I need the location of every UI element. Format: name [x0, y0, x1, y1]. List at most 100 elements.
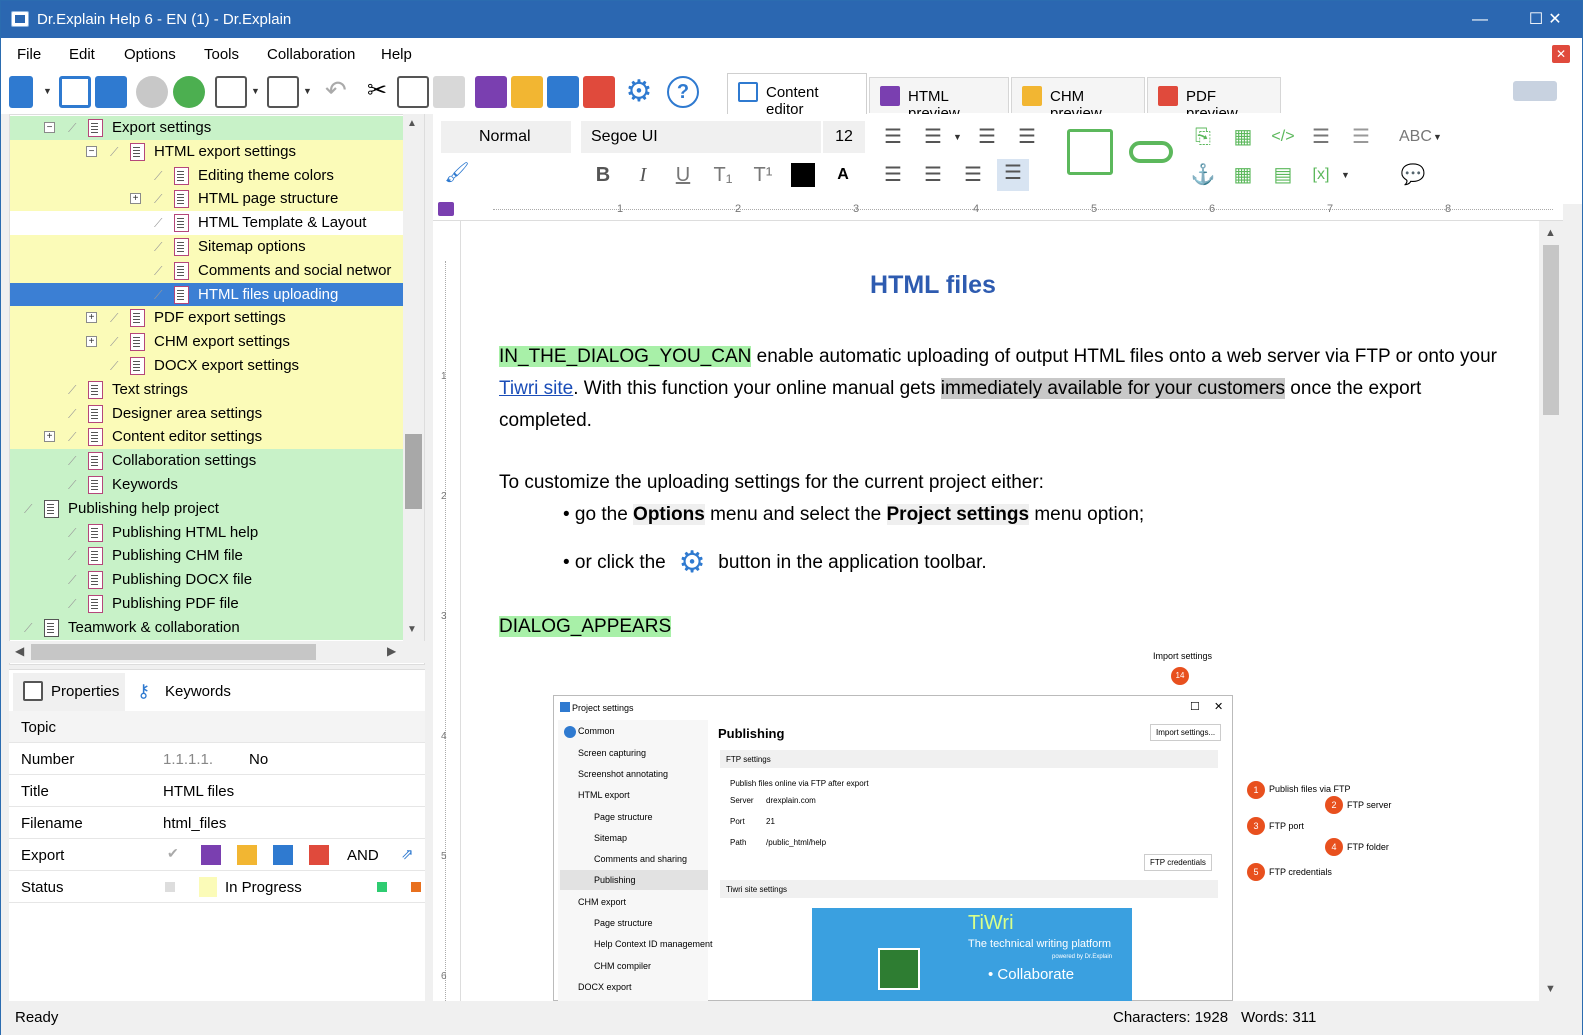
- menu-collaboration[interactable]: Collaboration: [267, 46, 355, 63]
- tab-chm-preview[interactable]: CHM preview: [1011, 77, 1145, 122]
- tab-pdf-preview[interactable]: PDF preview: [1147, 77, 1281, 122]
- tree-item[interactable]: − ⟋ HTML export settings: [10, 139, 404, 164]
- insert-video-icon[interactable]: ▦: [1229, 123, 1257, 151]
- tree-vertical-scrollbar[interactable]: ▲ ▼: [403, 114, 424, 642]
- insert-image-icon[interactable]: [1067, 129, 1113, 175]
- status-orange-icon[interactable]: [411, 882, 421, 892]
- chevron-down-icon[interactable]: ▼: [251, 86, 261, 96]
- code-view-icon[interactable]: [438, 202, 454, 216]
- superscript-icon[interactable]: T¹: [749, 161, 777, 189]
- tree-item[interactable]: ⟋ Publishing HTML help: [10, 520, 404, 545]
- expand-icon[interactable]: +: [44, 431, 55, 443]
- scroll-left-icon[interactable]: ◀: [15, 644, 24, 658]
- tree-item[interactable]: − ⟋ Export settings: [10, 116, 404, 140]
- scroll-thumb[interactable]: [1543, 245, 1559, 415]
- save-icon[interactable]: [95, 76, 127, 108]
- insert-link-icon[interactable]: [1129, 141, 1173, 163]
- tree-item[interactable]: ⟋ Publishing help project: [10, 496, 404, 521]
- status-green-icon[interactable]: [377, 882, 387, 892]
- scroll-right-icon[interactable]: ▶: [387, 644, 396, 658]
- scroll-up-icon[interactable]: ▲: [407, 118, 417, 129]
- close-button[interactable]: ✕: [1528, 1, 1582, 38]
- tab-content-editor[interactable]: Content editor: [727, 73, 867, 118]
- scroll-thumb[interactable]: [405, 434, 422, 509]
- menu-tools[interactable]: Tools: [204, 46, 239, 63]
- tree-item[interactable]: ⟋ DOCX export settings: [10, 354, 404, 378]
- tree-horizontal-scrollbar[interactable]: ◀ ▶: [9, 641, 425, 663]
- cloud-upload-icon[interactable]: [136, 76, 168, 108]
- tiwri-link[interactable]: Tiwri site: [499, 378, 573, 399]
- expand-icon[interactable]: +: [130, 193, 141, 205]
- cloud-download-icon[interactable]: [173, 76, 205, 108]
- font-size-select[interactable]: 12: [823, 121, 865, 153]
- paste-icon[interactable]: [433, 76, 465, 108]
- tree-item[interactable]: ⟋ Sitemap options: [10, 235, 404, 259]
- menu-options[interactable]: Options: [124, 46, 176, 63]
- status-swatch-icon[interactable]: [165, 882, 175, 892]
- tree-item[interactable]: ⟋ HTML files uploading: [10, 282, 404, 307]
- export-chm-icon[interactable]: [237, 845, 257, 865]
- bold-icon[interactable]: B: [589, 161, 617, 189]
- insert-html-icon[interactable]: </>: [1269, 123, 1297, 151]
- tab-keywords[interactable]: ⚷ Keywords: [127, 673, 241, 711]
- align-center-icon[interactable]: ☰: [919, 161, 947, 189]
- scroll-thumb[interactable]: [31, 644, 316, 660]
- spellcheck-icon[interactable]: ABC: [1399, 123, 1432, 151]
- hyperlink-icon[interactable]: ⎘: [1189, 123, 1217, 151]
- title-value[interactable]: HTML files: [163, 783, 234, 800]
- tree-item[interactable]: + ⟋ PDF export settings: [10, 306, 404, 331]
- text-color-icon[interactable]: [791, 163, 815, 187]
- settings-gear-icon[interactable]: ⚙: [623, 76, 655, 108]
- undo-icon[interactable]: ↶: [325, 76, 357, 108]
- line-spacing-icon[interactable]: ☰: [1013, 123, 1041, 151]
- export-and-value[interactable]: AND: [347, 847, 379, 864]
- export-docx-icon[interactable]: [547, 76, 579, 108]
- highlight-color-icon[interactable]: A: [829, 161, 857, 189]
- cut-icon[interactable]: ✂: [361, 76, 393, 108]
- numbered-list-icon[interactable]: ☰: [919, 123, 947, 151]
- justify-icon[interactable]: ☰: [997, 159, 1029, 191]
- page-break-icon[interactable]: ☰: [1347, 123, 1375, 151]
- scroll-down-icon[interactable]: ▼: [407, 624, 417, 635]
- expand-icon[interactable]: +: [86, 312, 97, 324]
- bullet-list-icon[interactable]: ☰: [879, 123, 907, 151]
- status-value[interactable]: In Progress: [225, 879, 302, 896]
- export-html-icon[interactable]: [475, 76, 507, 108]
- tree-item[interactable]: + ⟋ Content editor settings: [10, 425, 404, 450]
- export-pdf-icon[interactable]: [583, 76, 615, 108]
- filename-value[interactable]: html_files: [163, 815, 226, 832]
- feedback-icon[interactable]: [1513, 81, 1557, 101]
- menu-file[interactable]: File: [17, 46, 41, 63]
- chevron-down-icon[interactable]: ▼: [1433, 132, 1443, 142]
- tree-item[interactable]: + ⟋ CHM export settings: [10, 330, 404, 355]
- align-left-icon[interactable]: ☰: [879, 161, 907, 189]
- collapse-icon[interactable]: −: [86, 145, 97, 157]
- variable-tag[interactable]: DIALOG_APPEARS: [499, 616, 672, 637]
- collapse-icon[interactable]: −: [44, 122, 55, 133]
- minimize-button[interactable]: —: [1452, 1, 1508, 38]
- scroll-up-icon[interactable]: ▲: [1545, 227, 1556, 239]
- align-right-icon[interactable]: ☰: [959, 161, 987, 189]
- scroll-down-icon[interactable]: ▼: [1545, 983, 1556, 995]
- insert-variable-icon[interactable]: [x]: [1307, 161, 1335, 189]
- export-pdf-icon[interactable]: [309, 845, 329, 865]
- chevron-down-icon[interactable]: ▼: [43, 86, 53, 96]
- tree-item[interactable]: ⟋ Teamwork & collaboration: [10, 615, 404, 640]
- tab-properties[interactable]: Properties: [13, 673, 125, 711]
- underline-icon[interactable]: U: [669, 161, 697, 189]
- style-select[interactable]: Normal: [441, 121, 571, 153]
- editor-vertical-scrollbar[interactable]: ▲ ▼: [1539, 221, 1563, 1001]
- tree-item[interactable]: ⟋ Publishing CHM file: [10, 544, 404, 569]
- chevron-down-icon[interactable]: ▼: [303, 86, 313, 96]
- close-document-icon[interactable]: ✕: [1552, 45, 1570, 63]
- anchor-icon[interactable]: ⚓: [1189, 161, 1217, 189]
- expand-icon[interactable]: +: [86, 336, 97, 348]
- tab-html-preview[interactable]: HTML preview: [869, 77, 1009, 122]
- add-comment-icon[interactable]: 💬: [1399, 161, 1427, 189]
- outdent-icon[interactable]: ☰: [973, 123, 1001, 151]
- chevron-down-icon[interactable]: ▼: [953, 132, 963, 142]
- add-topic-icon[interactable]: [215, 76, 247, 108]
- editor-canvas[interactable]: HTML files IN_THE_DIALOG_YOU_CAN enable …: [461, 221, 1539, 1001]
- tree-item[interactable]: ⟋ Collaboration settings: [10, 449, 404, 474]
- tree-item[interactable]: ⟋ Designer area settings: [10, 401, 404, 426]
